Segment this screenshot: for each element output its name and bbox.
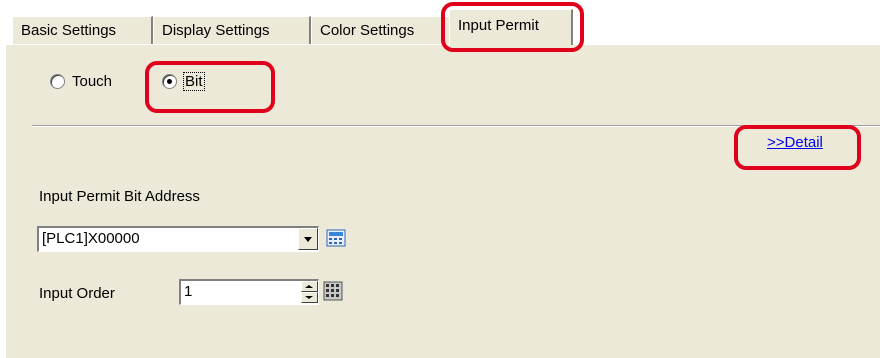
radio-bit-indicator[interactable]: [162, 74, 177, 89]
chevron-down-icon[interactable]: [298, 228, 318, 250]
radio-touch[interactable]: Touch: [50, 73, 112, 90]
bit-address-label: Input Permit Bit Address: [39, 188, 200, 205]
tab-display-settings[interactable]: Display Settings: [153, 16, 311, 44]
tab-input-permit[interactable]: Input Permit: [449, 9, 573, 45]
spin-down-icon[interactable]: [301, 292, 318, 303]
radio-touch-label: Touch: [72, 73, 113, 90]
tab-color-settings[interactable]: Color Settings: [311, 16, 453, 44]
address-input-keypad-icon[interactable]: [326, 228, 346, 248]
input-order-label: Input Order: [39, 285, 115, 302]
divider: [32, 125, 880, 127]
input-order-value[interactable]: 1: [184, 283, 192, 300]
radio-bit[interactable]: Bit: [162, 72, 205, 91]
spin-up-icon[interactable]: [301, 281, 318, 292]
radio-bit-label: Bit: [183, 72, 205, 91]
input-order-stepper[interactable]: 1: [179, 279, 319, 305]
numeric-keypad-icon[interactable]: [323, 281, 343, 301]
bit-address-value[interactable]: [PLC1]X00000: [42, 230, 140, 247]
radio-touch-indicator[interactable]: [50, 74, 65, 89]
tab-basic-settings[interactable]: Basic Settings: [12, 16, 153, 44]
input-order-spin-buttons[interactable]: [301, 281, 318, 303]
bit-address-combo[interactable]: [PLC1]X00000: [37, 226, 319, 252]
detail-link[interactable]: >>Detail: [767, 134, 823, 151]
